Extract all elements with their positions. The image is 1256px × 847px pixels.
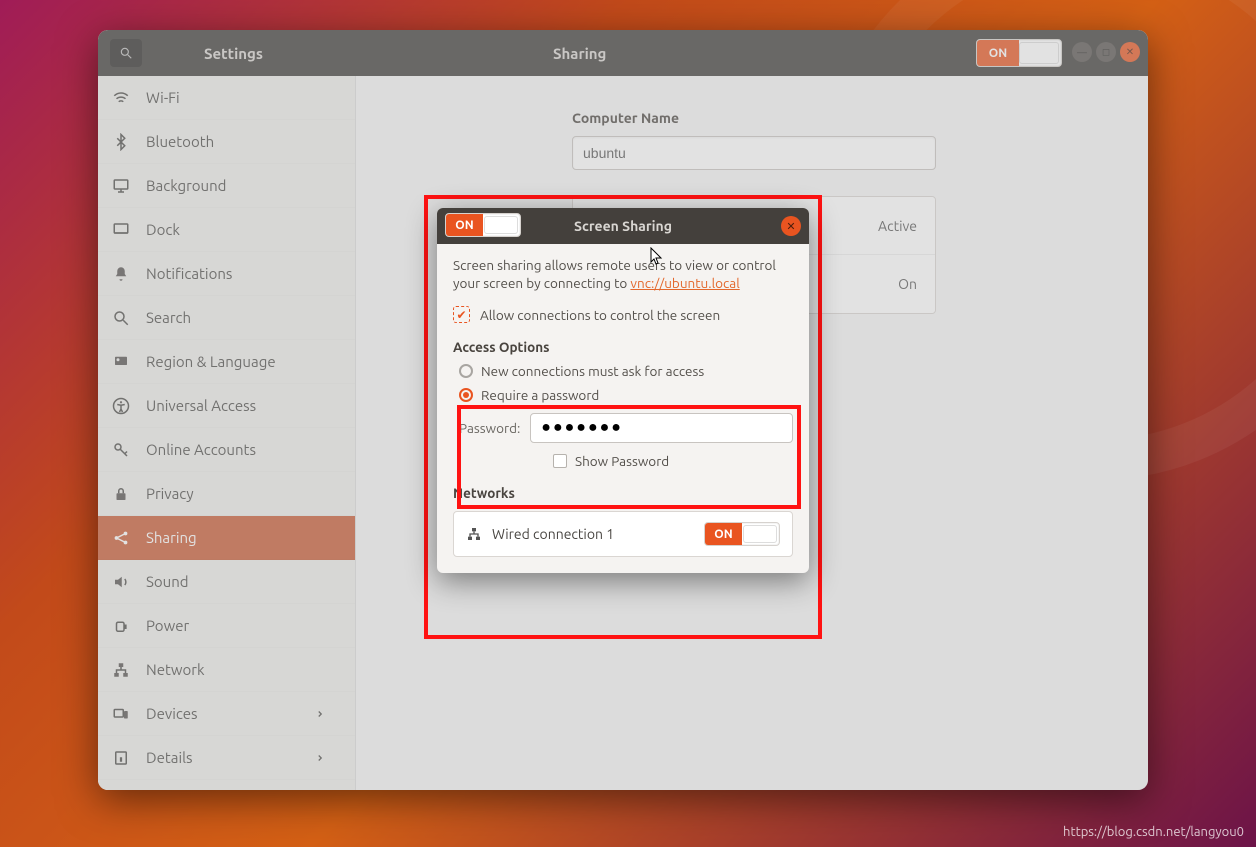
share-icon bbox=[112, 529, 130, 547]
sidebar-item-region[interactable]: Region & Language bbox=[98, 340, 355, 384]
network-row: Wired connection 1 ON bbox=[454, 512, 792, 556]
maximize-button[interactable]: ◻ bbox=[1096, 42, 1116, 62]
sidebar-item-sound[interactable]: Sound bbox=[98, 560, 355, 604]
networks-heading: Networks bbox=[453, 485, 793, 501]
computer-name-input[interactable] bbox=[572, 136, 936, 170]
ethernet-icon bbox=[466, 526, 482, 542]
dock-icon bbox=[112, 221, 130, 239]
sidebar-item-sharing[interactable]: Sharing bbox=[98, 516, 355, 560]
password-label: Password: bbox=[459, 420, 520, 436]
search-button[interactable] bbox=[110, 39, 142, 67]
sound-icon bbox=[112, 573, 130, 591]
sidebar-item-background[interactable]: Background bbox=[98, 164, 355, 208]
watermark-text: https://blog.csdn.net/langyou0 bbox=[1063, 825, 1244, 839]
power-icon bbox=[112, 617, 130, 635]
wifi-icon bbox=[112, 89, 130, 107]
network-name: Wired connection 1 bbox=[492, 526, 614, 542]
access-options-heading: Access Options bbox=[453, 339, 793, 355]
screen-sharing-description: Screen sharing allows remote users to vi… bbox=[453, 256, 793, 292]
sidebar-item-online-accounts[interactable]: Online Accounts bbox=[98, 428, 355, 472]
flag-icon bbox=[112, 353, 130, 371]
chevron-right-icon bbox=[315, 753, 325, 763]
toggle-on-label: ON bbox=[977, 40, 1019, 66]
app-title: Settings bbox=[204, 45, 263, 62]
close-button[interactable]: ✕ bbox=[1120, 42, 1140, 62]
radio-require-password[interactable] bbox=[459, 388, 473, 402]
radio-ask-access[interactable] bbox=[459, 364, 473, 378]
sidebar-item-network[interactable]: Network bbox=[98, 648, 355, 692]
allow-control-checkbox[interactable] bbox=[453, 306, 470, 323]
sidebar-item-wifi[interactable]: Wi-Fi bbox=[98, 76, 355, 120]
minimize-button[interactable]: — bbox=[1072, 42, 1092, 62]
sidebar-item-devices[interactable]: Devices bbox=[98, 692, 355, 736]
show-password-checkbox[interactable] bbox=[553, 454, 567, 468]
sharing-master-toggle[interactable]: ON bbox=[976, 39, 1062, 67]
info-icon bbox=[112, 749, 130, 767]
allow-control-label: Allow connections to control the screen bbox=[480, 307, 720, 323]
screen-sharing-dialog: ON Screen Sharing ✕ Screen sharing allow… bbox=[437, 208, 809, 573]
lock-icon bbox=[112, 485, 130, 503]
titlebar: Settings Sharing ON — ◻ ✕ bbox=[98, 30, 1148, 76]
password-input[interactable] bbox=[530, 413, 793, 443]
sidebar-item-power[interactable]: Power bbox=[98, 604, 355, 648]
accessibility-icon bbox=[112, 397, 130, 415]
radio-ask-label: New connections must ask for access bbox=[481, 363, 704, 379]
bluetooth-icon bbox=[112, 133, 130, 151]
devices-icon bbox=[112, 705, 130, 723]
key-icon bbox=[112, 441, 130, 459]
sidebar-item-dock[interactable]: Dock bbox=[98, 208, 355, 252]
bell-icon bbox=[112, 265, 130, 283]
sidebar-item-universal-access[interactable]: Universal Access bbox=[98, 384, 355, 428]
vnc-link[interactable]: vnc://ubuntu.local bbox=[630, 275, 739, 291]
sidebar-item-bluetooth[interactable]: Bluetooth bbox=[98, 120, 355, 164]
chevron-right-icon bbox=[315, 709, 325, 719]
sidebar-item-search[interactable]: Search bbox=[98, 296, 355, 340]
sidebar-item-notifications[interactable]: Notifications bbox=[98, 252, 355, 296]
network-icon bbox=[112, 661, 130, 679]
sidebar-item-privacy[interactable]: Privacy bbox=[98, 472, 355, 516]
networks-list: Wired connection 1 ON bbox=[453, 511, 793, 557]
settings-window: Settings Sharing ON — ◻ ✕ Wi-Fi Bluetoot… bbox=[98, 30, 1148, 790]
search-icon bbox=[112, 309, 130, 327]
radio-password-label: Require a password bbox=[481, 387, 599, 403]
dialog-titlebar: ON Screen Sharing ✕ bbox=[437, 208, 809, 244]
computer-name-label: Computer Name bbox=[572, 110, 1148, 126]
screen-sharing-toggle[interactable]: ON bbox=[445, 213, 521, 237]
dialog-close-button[interactable]: ✕ bbox=[781, 216, 801, 236]
sidebar-item-details[interactable]: Details bbox=[98, 736, 355, 780]
network-toggle[interactable]: ON bbox=[704, 522, 780, 546]
monitor-icon bbox=[112, 177, 130, 195]
panel-title: Sharing bbox=[553, 45, 606, 62]
sidebar: Wi-Fi Bluetooth Background Dock Notifica… bbox=[98, 76, 356, 790]
dialog-title: Screen Sharing bbox=[574, 218, 672, 234]
show-password-label: Show Password bbox=[575, 453, 669, 469]
